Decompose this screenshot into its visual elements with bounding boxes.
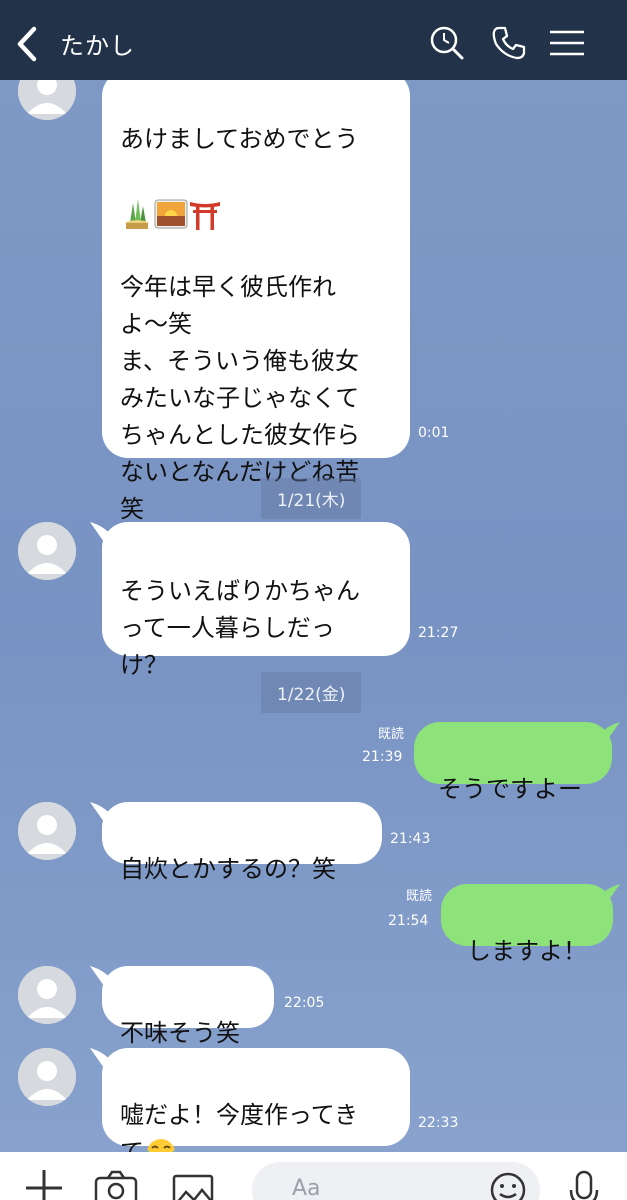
message-bubble[interactable]: そういえばりかちゃん って一人暮らしだっ け？ [102, 522, 410, 679]
message-text: しますよ！ [467, 937, 587, 965]
avatar[interactable] [18, 802, 76, 860]
input-toolbar: Aa [0, 1152, 627, 1200]
menu-icon[interactable] [548, 24, 586, 62]
bubble-tail [598, 722, 620, 742]
message-time: 21:39 [362, 749, 403, 765]
message-bubble[interactable]: 不味そう笑 [102, 966, 274, 1047]
bubble-tail [598, 884, 620, 904]
message-text: 自炊とかするの？笑 [120, 855, 336, 883]
tears-of-joy-emoji-icon [146, 1139, 176, 1152]
message-time: 21:54 [388, 913, 429, 929]
default-avatar-icon [18, 80, 76, 120]
read-receipt: 既読 [377, 727, 404, 742]
chat-area[interactable]: あけましておめでとう 今年は早く彼氏作れ よ〜笑 ま、そういう俺も彼女 みたいな… [0, 80, 627, 1152]
avatar[interactable] [18, 80, 76, 120]
chat-header: たかし [0, 0, 627, 80]
default-avatar-icon [18, 966, 76, 1024]
read-receipt: 既読 [405, 889, 432, 904]
kadomatsu-emoji-icon [124, 199, 150, 229]
message-bubble[interactable]: 嘘だよ！今度作ってき て [102, 1048, 410, 1152]
message-text: 不味そう笑 [120, 1019, 240, 1047]
image-icon[interactable] [172, 1162, 216, 1200]
torii-emoji-icon [190, 202, 220, 230]
message-bubble[interactable]: あけましておめでとう 今年は早く彼氏作れ よ〜笑 ま、そういう俺も彼女 みたいな… [102, 80, 410, 523]
message-text: そういえばりかちゃん って一人暮らしだっ け？ [120, 577, 360, 679]
back-icon[interactable] [14, 24, 40, 64]
avatar[interactable] [18, 522, 76, 580]
message-input-placeholder: Aa [292, 1176, 321, 1200]
message-text: あけましておめでとう [120, 125, 359, 153]
sunrise-emoji-icon [154, 199, 188, 229]
phone-icon[interactable] [490, 24, 528, 62]
message-time: 22:33 [418, 1115, 459, 1131]
chat-title: たかし [60, 32, 135, 60]
plus-icon[interactable] [22, 1162, 66, 1200]
mic-icon[interactable] [562, 1162, 606, 1200]
avatar[interactable] [18, 966, 76, 1024]
message-time: 22:05 [284, 995, 325, 1011]
default-avatar-icon [18, 802, 76, 860]
emoji-icon[interactable] [486, 1162, 530, 1200]
my-message-bubble[interactable]: そうですよー [414, 722, 612, 803]
my-message-bubble[interactable]: しますよ！ [441, 884, 613, 965]
default-avatar-icon [18, 522, 76, 580]
message-bubble[interactable]: 自炊とかするの？笑 [102, 802, 382, 883]
avatar[interactable] [18, 1048, 76, 1106]
date-separator: 1/22(金) [261, 672, 362, 713]
message-text: そうですよー [438, 775, 582, 803]
camera-icon[interactable] [94, 1162, 138, 1200]
default-avatar-icon [18, 1048, 76, 1106]
message-time: 21:43 [390, 831, 431, 847]
date-separator: 1/21(木) [261, 478, 362, 519]
message-time: 21:27 [418, 625, 459, 641]
search-icon[interactable] [428, 24, 466, 62]
message-time: 0:01 [418, 425, 450, 441]
